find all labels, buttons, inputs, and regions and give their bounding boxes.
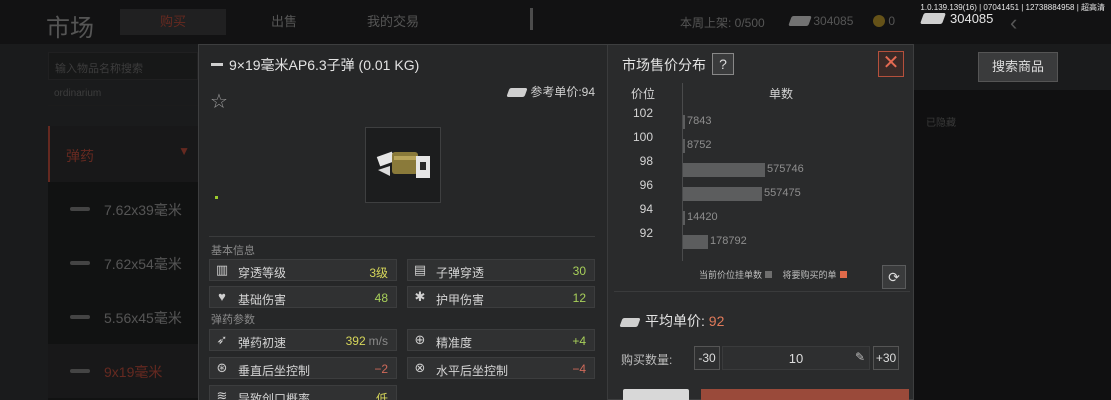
tab-my-trades[interactable]: 我的交易 <box>340 9 446 35</box>
armor-damage-icon: ✱ <box>414 289 426 304</box>
stat-row: ▤ 子弹穿透 30 <box>407 259 595 281</box>
count-column-header: 单数 <box>769 87 794 101</box>
market-screen: 市场 购买 出售 我的交易 本周上架: 0/500 304085 0 ‹ 输入物… <box>0 0 1111 400</box>
search-goods-button[interactable]: 搜索商品 <box>978 52 1058 82</box>
legend-swatch-current <box>765 271 773 278</box>
category-item[interactable]: 7.62x54毫米 <box>48 236 198 290</box>
stat-row: ⊛ 垂直后坐控制 −2 <box>209 357 397 379</box>
divider <box>614 291 910 292</box>
quantity-label: 购买数量: <box>621 353 673 367</box>
item-purchase-dialog: 9×19毫米AP6.3子弹 (0.01 KG) ☆ 参考单价:94 基本信息 ▥… <box>198 44 914 400</box>
legend-current-orders: 当前价位挂单数 <box>699 270 763 280</box>
stat-row: ≋ 导致创口概率低 <box>209 385 397 400</box>
listing-column: 已隐藏 <box>912 90 1111 400</box>
category-header-ammo[interactable]: 弹药 ▼ <box>48 126 198 182</box>
legend-swatch-buy <box>839 271 847 278</box>
order-count-label: 14420 <box>687 211 718 223</box>
price-level-label: 94 <box>639 202 653 216</box>
price-level-label: 102 <box>632 106 653 120</box>
item-detail-pane: 9×19毫米AP6.3子弹 (0.01 KG) ☆ 参考单价:94 基本信息 ▥… <box>199 45 608 400</box>
order-count-label: 8752 <box>687 139 712 151</box>
cash-icon <box>619 318 641 327</box>
velocity-icon: ➶ <box>216 332 228 347</box>
cash-balance: 304085 <box>919 11 993 26</box>
category-item[interactable]: 7.62x39毫米 <box>48 182 198 236</box>
help-button[interactable]: ? <box>712 53 734 75</box>
coin-balance: 0 <box>873 14 895 28</box>
price-level-label: 98 <box>639 154 653 168</box>
pencil-icon[interactable]: ✎ <box>855 350 865 364</box>
favorite-star-icon[interactable]: ☆ <box>210 89 228 114</box>
bullet-icon <box>376 151 430 178</box>
order-count-bar <box>683 235 708 249</box>
quantity-plus-button[interactable]: +30 <box>873 346 899 370</box>
order-count-bar <box>683 115 685 129</box>
stat-row: ✱ 护甲伤害 12 <box>407 286 595 308</box>
stat-row: ➶ 弹药初速 392 m/s <box>209 329 397 351</box>
ammo-icon <box>70 369 90 373</box>
stat-row: ♥ 基础伤害 48 <box>209 286 397 308</box>
crosshair-icon: ⊕ <box>414 332 426 347</box>
reference-price: 参考单价:94 <box>506 83 595 100</box>
ammo-icon <box>70 261 90 265</box>
back-arrow-icon[interactable]: ‹ <box>1010 10 1017 36</box>
item-title: 9×19毫米AP6.3子弹 (0.01 KG) <box>211 55 419 75</box>
price-level-label: 100 <box>632 130 653 144</box>
penetration-icon: ▥ <box>215 262 229 277</box>
stat-row: ▥ 穿透等级 3级 <box>209 259 397 281</box>
divider <box>209 236 595 237</box>
order-count-label: 557475 <box>764 187 801 199</box>
ammo-icon <box>70 207 90 211</box>
secondary-action-button[interactable] <box>623 389 689 400</box>
cash-icon <box>788 16 812 26</box>
tab-sell[interactable]: 出售 <box>236 9 332 35</box>
section-basic-info: 基本信息 <box>211 245 255 257</box>
category-list: 弹药 ▼ 7.62x39毫米 7.62x54毫米 5.56x45毫米 9x19毫米 <box>48 126 198 400</box>
weekly-listing-count: 本周上架: 0/500 <box>680 16 765 30</box>
item-search-input[interactable]: 输入物品名称搜索 <box>48 52 198 80</box>
chevron-down-icon: ▼ <box>178 144 190 158</box>
order-count-bar <box>683 163 765 177</box>
price-column-header: 价位 <box>631 87 656 101</box>
bleed-icon: ≋ <box>216 388 228 400</box>
quantity-input[interactable] <box>722 346 870 370</box>
stat-row: ⊕ 精准度 +4 <box>407 329 595 351</box>
cash-icon <box>919 13 947 24</box>
stat-row: ⊗ 水平后坐控制 −4 <box>407 357 595 379</box>
sort-dropdown[interactable]: ordinarium <box>48 84 198 106</box>
close-button[interactable]: ✕ <box>878 51 904 77</box>
buy-button[interactable] <box>701 389 909 400</box>
order-count-bar <box>683 211 685 225</box>
price-level-label: 96 <box>639 178 653 192</box>
item-image <box>365 127 441 203</box>
legend-to-buy: 将要购买的单 <box>782 270 837 280</box>
refresh-icon[interactable]: ⟳ <box>882 265 906 289</box>
ammo-icon <box>70 315 90 319</box>
cash-icon <box>506 88 528 97</box>
page-title: 市场 <box>46 8 533 43</box>
order-count-label: 575746 <box>767 163 804 175</box>
section-ammo-params: 弹药参数 <box>211 314 255 326</box>
ammo-icon <box>211 63 223 66</box>
price-level-label: 92 <box>639 226 653 240</box>
coin-icon <box>873 15 885 27</box>
cash-balance-dim: 304085 <box>788 14 853 28</box>
chart-legend: 当前价位挂单数 将要购买的单 <box>699 268 855 281</box>
vertical-recoil-icon: ⊛ <box>216 360 228 375</box>
bullet-penetration-icon: ▤ <box>413 262 427 277</box>
order-count-bar <box>683 187 762 201</box>
average-price: 平均单价: 92 <box>619 311 724 331</box>
category-item-selected[interactable]: 9x19毫米 <box>48 344 198 398</box>
tab-buy[interactable]: 购买 <box>120 9 226 35</box>
broken-heart-icon: ♥ <box>218 289 226 304</box>
quantity-minus-button[interactable]: -30 <box>694 346 720 370</box>
order-count-label: 7843 <box>687 115 712 127</box>
order-count-label: 178792 <box>710 235 747 247</box>
status-dot <box>215 196 218 199</box>
horizontal-recoil-icon: ⊗ <box>414 360 426 375</box>
distribution-title: 市场售价分布 <box>622 57 706 73</box>
order-count-bar <box>683 139 685 153</box>
category-item[interactable]: 5.56x45毫米 <box>48 290 198 344</box>
